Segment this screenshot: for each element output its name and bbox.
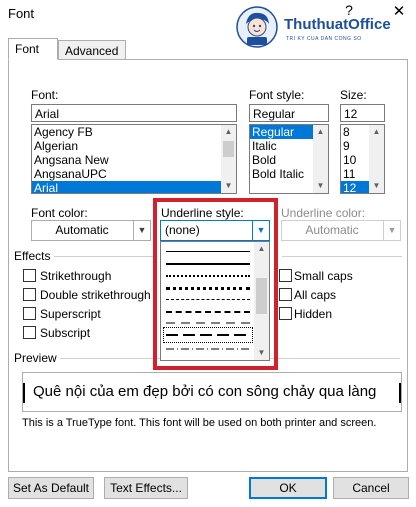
watermark-tagline: TRI KY CUA DAN CONG SO: [286, 36, 362, 42]
tab-font[interactable]: Font: [8, 38, 58, 60]
subscript-label: Subscript: [40, 326, 91, 340]
font-color-dropdown[interactable]: Automatic ▼: [31, 220, 151, 241]
list-item[interactable]: AngsanaUPC: [32, 167, 236, 181]
scroll-up-icon[interactable]: ▲: [313, 125, 328, 139]
preview-heading: Preview: [14, 351, 57, 365]
small-caps-label: Small caps: [294, 269, 353, 283]
cancel-button[interactable]: Cancel: [333, 477, 409, 499]
window-title: Font: [8, 6, 35, 21]
chevron-down-icon[interactable]: ▼: [133, 221, 150, 240]
scroll-down-icon[interactable]: ▼: [221, 179, 236, 193]
font-style-list[interactable]: Regular Italic Bold Bold Italic ▲ ▼: [249, 124, 329, 194]
scroll-down-icon[interactable]: ▼: [313, 179, 328, 193]
list-item[interactable]: Algerian: [32, 139, 236, 153]
set-as-default-button[interactable]: Set As Default: [8, 477, 94, 499]
list-item-selected[interactable]: Arial: [32, 181, 236, 193]
hidden-checkbox[interactable]: [279, 307, 292, 320]
strikethrough-label: Strikethrough: [40, 269, 112, 283]
effects-divider: [54, 256, 154, 257]
superscript-label: Superscript: [40, 307, 101, 321]
list-item[interactable]: Angsana New: [32, 153, 236, 167]
size-label: Size:: [340, 88, 367, 102]
scroll-thumb[interactable]: [223, 141, 234, 157]
watermark-brand-name: ThuthuatOffice: [284, 16, 391, 33]
scroll-down-icon[interactable]: ▼: [369, 179, 384, 193]
list-item[interactable]: Agency FB: [32, 125, 236, 139]
superscript-checkbox[interactable]: [23, 307, 36, 320]
double-strikethrough-checkbox[interactable]: [23, 288, 36, 301]
font-label: Font:: [31, 88, 59, 102]
tab-advanced[interactable]: Advanced: [58, 40, 126, 60]
effects-heading: Effects: [14, 249, 51, 263]
subscript-checkbox[interactable]: [23, 326, 36, 339]
underline-color-value: Automatic: [305, 223, 359, 237]
size-scrollbar[interactable]: ▲ ▼: [369, 125, 384, 193]
scroll-up-icon[interactable]: ▲: [221, 125, 236, 139]
size-input[interactable]: 12: [340, 104, 385, 122]
font-style-input[interactable]: Regular: [249, 104, 329, 122]
font-list-scrollbar[interactable]: ▲ ▼: [221, 125, 236, 193]
all-caps-checkbox[interactable]: [279, 288, 292, 301]
scroll-up-icon[interactable]: ▲: [369, 125, 384, 139]
list-item-selected[interactable]: Regular: [250, 125, 313, 139]
underline-color-dropdown[interactable]: Automatic ▼: [281, 220, 401, 241]
hidden-label: Hidden: [294, 307, 333, 321]
mascot-logo-icon: [236, 6, 278, 48]
font-list[interactable]: Agency FB Algerian Angsana New AngsanaUP…: [31, 124, 237, 194]
text-effects-button[interactable]: Text Effects...: [104, 477, 188, 499]
font-color-value: Automatic: [55, 223, 109, 237]
underline-color-label: Underline color:: [281, 206, 366, 220]
preview-box: Quê nội của em đẹp bởi có con sông chảy …: [22, 372, 402, 412]
preview-right-marker: [399, 383, 401, 403]
font-style-scrollbar[interactable]: ▲ ▼: [313, 125, 328, 193]
ok-button[interactable]: OK: [249, 477, 327, 499]
highlight-box: [153, 198, 278, 370]
strikethrough-checkbox[interactable]: [23, 269, 36, 282]
font-color-label: Font color:: [31, 206, 88, 220]
preview-left-marker: [23, 383, 25, 403]
close-button[interactable]: ✕: [390, 2, 408, 20]
double-strikethrough-label: Double strikethrough: [40, 288, 151, 302]
font-style-label: Font style:: [249, 88, 305, 102]
small-caps-checkbox[interactable]: [279, 269, 292, 282]
effects-divider: [282, 256, 402, 257]
all-caps-label: All caps: [294, 288, 337, 302]
preview-text: Quê nội của em đẹp bởi có con sông chảy …: [33, 383, 377, 400]
chevron-down-icon[interactable]: ▼: [383, 221, 400, 240]
list-item-selected[interactable]: 12: [341, 181, 369, 193]
font-name-input[interactable]: Arial: [31, 104, 237, 122]
font-info-text: This is a TrueType font. This font will …: [22, 417, 377, 429]
size-list[interactable]: 8 9 10 11 12 ▲ ▼: [340, 124, 385, 194]
